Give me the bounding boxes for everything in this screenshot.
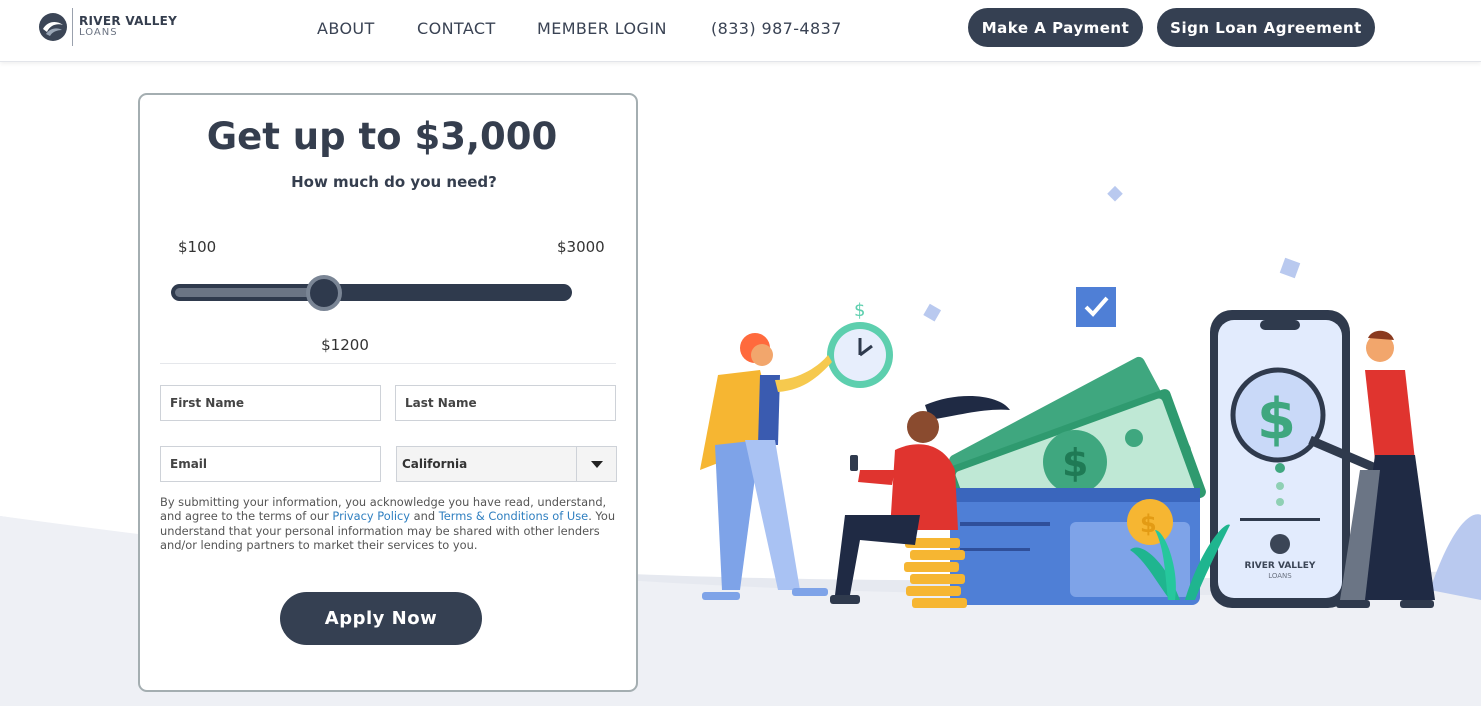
terms-link[interactable]: Terms & Conditions of Use [439,509,588,523]
slider-min-label: $100 [178,238,217,256]
loan-form-card: Get up to $3,000 How much do you need? $… [138,93,638,692]
slider-value-label: $1200 [321,336,369,354]
checkbox-icon [1076,287,1116,327]
brand-sub: LOANS [79,27,118,38]
first-name-field[interactable]: First Name [160,385,381,421]
chevron-down-icon [591,460,603,468]
logo-divider [72,8,73,46]
state-select[interactable]: California [396,446,617,482]
phone-brand-name: RIVER VALLEY [1245,561,1316,571]
privacy-policy-link[interactable]: Privacy Policy [332,509,410,523]
sign-loan-agreement-button[interactable]: Sign Loan Agreement [1157,8,1375,47]
clock-icon [827,322,893,388]
amount-slider-fill [175,288,324,297]
diamond-decoration [1279,257,1301,279]
brand-logo[interactable]: RIVER VALLEY LOANS [38,8,177,46]
disclaimer-text-2: and [410,509,439,524]
person-walking-illustration [700,333,832,600]
form-title: Get up to $3,000 [206,115,558,158]
brand-name: RIVER VALLEY [79,14,178,28]
apply-now-button[interactable]: Apply Now [280,592,482,645]
slider-max-label: $3000 [557,238,605,256]
form-divider [160,363,616,364]
form-subtitle: How much do you need? [291,173,497,191]
svg-text:$: $ [1257,387,1296,452]
consent-disclaimer: By submitting your information, you ackn… [160,495,618,553]
river-valley-logo-icon [39,13,67,41]
amount-slider-track[interactable] [171,284,572,301]
make-payment-button[interactable]: Make A Payment [968,8,1143,47]
amount-slider-thumb[interactable] [306,275,342,311]
site-header: RIVER VALLEY LOANS ABOUT CONTACT MEMBER … [0,0,1481,62]
nav-contact[interactable]: CONTACT [417,19,496,38]
hero-illustration: $ $ $ $ RIVER VALLEY LOANS [700,185,1481,608]
svg-text:$: $ [1062,441,1088,485]
person-standing-illustration [1336,330,1435,608]
state-select-value: California [402,457,468,471]
last-name-field[interactable]: Last Name [395,385,616,421]
phone-brand-sub: LOANS [1268,572,1292,580]
diamond-decoration [923,303,942,322]
nav-about[interactable]: ABOUT [317,19,375,38]
logo-text: RIVER VALLEY LOANS [79,15,177,39]
nav-phone[interactable]: (833) 987-4837 [711,19,842,38]
email-field[interactable]: Email [160,446,381,482]
diamond-decoration [1107,185,1123,202]
nav-member-login[interactable]: MEMBER LOGIN [537,19,667,38]
dollar-sign-icon: $ [854,300,865,321]
state-select-button[interactable] [576,447,617,481]
svg-text:$: $ [1140,510,1157,538]
